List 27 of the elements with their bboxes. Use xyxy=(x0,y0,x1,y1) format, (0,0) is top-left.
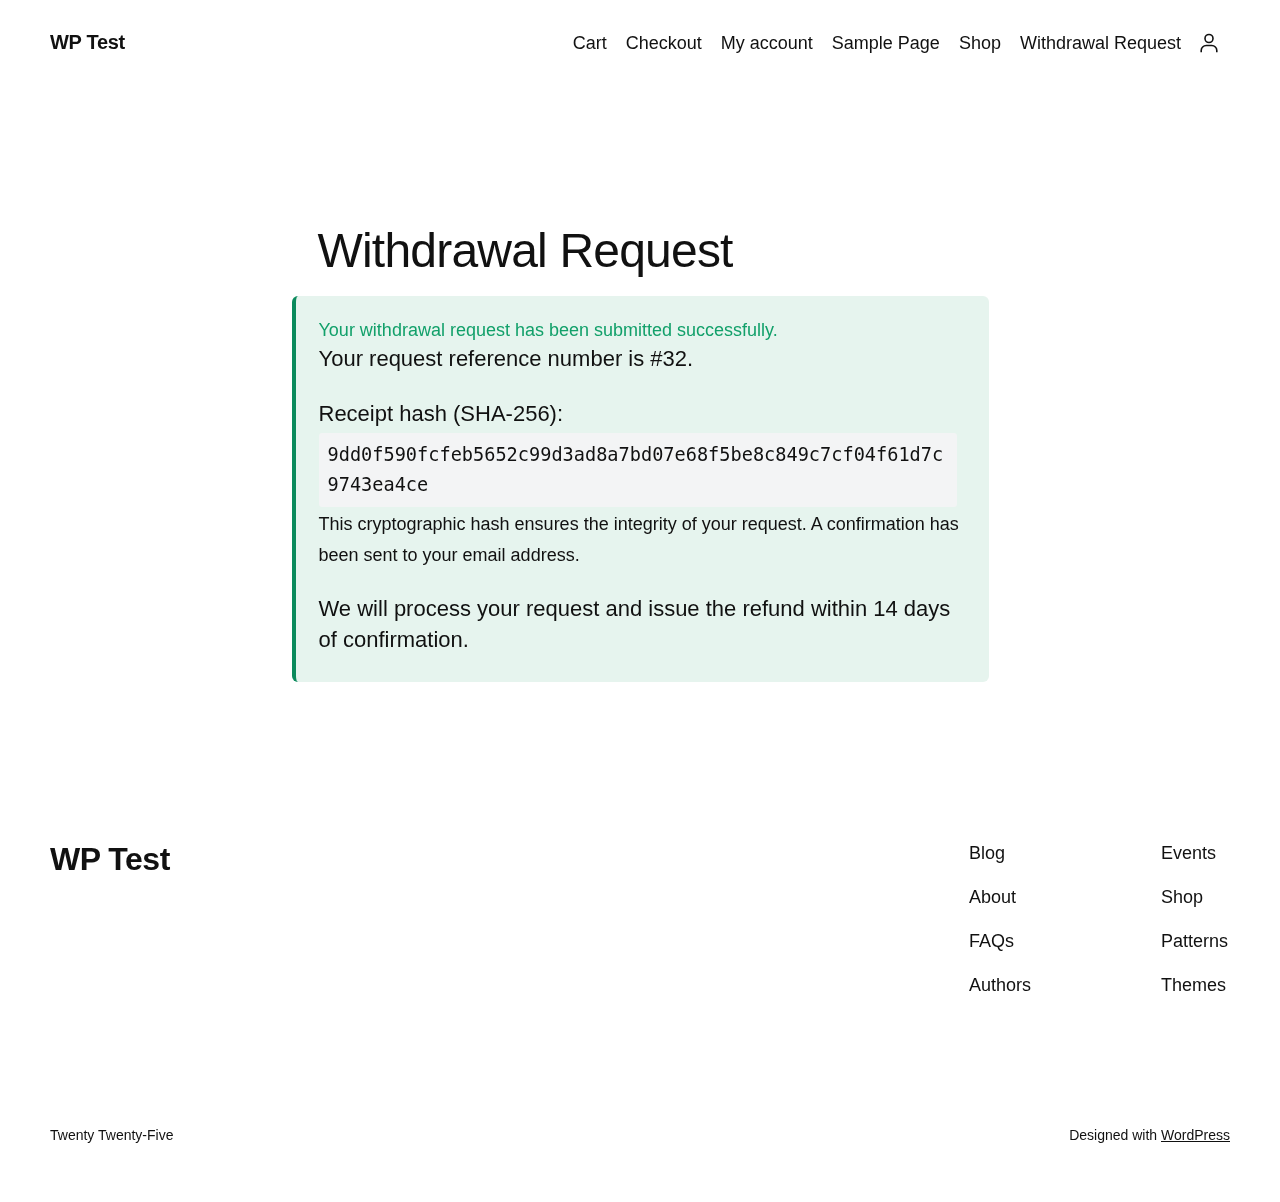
footer-link[interactable]: Shop xyxy=(1161,884,1230,910)
footer-link[interactable]: Blog xyxy=(969,840,1161,866)
credit-text: Designed with WordPress xyxy=(1069,1126,1230,1145)
nav-link[interactable]: Shop xyxy=(958,29,1001,56)
footer-site-title[interactable]: WP Test xyxy=(50,840,170,878)
nav-link[interactable]: Withdrawal Request xyxy=(1019,29,1181,56)
credit-link[interactable]: WordPress xyxy=(1161,1127,1230,1143)
nav-link[interactable]: Checkout xyxy=(625,29,702,56)
footer-link[interactable]: Authors xyxy=(969,972,1161,998)
theme-name: Twenty Twenty-Five xyxy=(50,1126,174,1145)
footer-link[interactable]: Events xyxy=(1161,840,1230,866)
footer-link[interactable]: Patterns xyxy=(1161,928,1230,954)
success-message: Your withdrawal request has been submitted successfully. xyxy=(318,319,779,342)
footer-link[interactable]: FAQs xyxy=(969,928,1161,954)
reference-text: Your request reference number is #32. xyxy=(318,345,695,373)
nav-link[interactable]: My account xyxy=(720,29,813,56)
footer-link[interactable]: About xyxy=(969,884,1161,910)
nav-link[interactable]: Cart xyxy=(572,29,607,56)
hash-label: Receipt hash (SHA-256): xyxy=(318,400,565,428)
site-title[interactable]: WP Test xyxy=(50,31,125,54)
nav-link[interactable]: Sample Page xyxy=(831,29,940,56)
account-icon[interactable] xyxy=(1200,32,1218,53)
hash-code: 9dd0f590fcfeb5652c99d3ad8a7bd07e68f5be8c849c7cf04f61d7c9743ea4ce xyxy=(318,433,958,507)
page-title: Withdrawal Request xyxy=(316,223,734,279)
refund-note: We will process your request and issue the refund within 14 days of confirmation. xyxy=(318,595,952,654)
hash-note: This cryptographic hash ensures the integrity of your request. A confirmation has been sent to your email address. xyxy=(318,513,960,567)
footer-link[interactable]: Themes xyxy=(1161,972,1230,998)
